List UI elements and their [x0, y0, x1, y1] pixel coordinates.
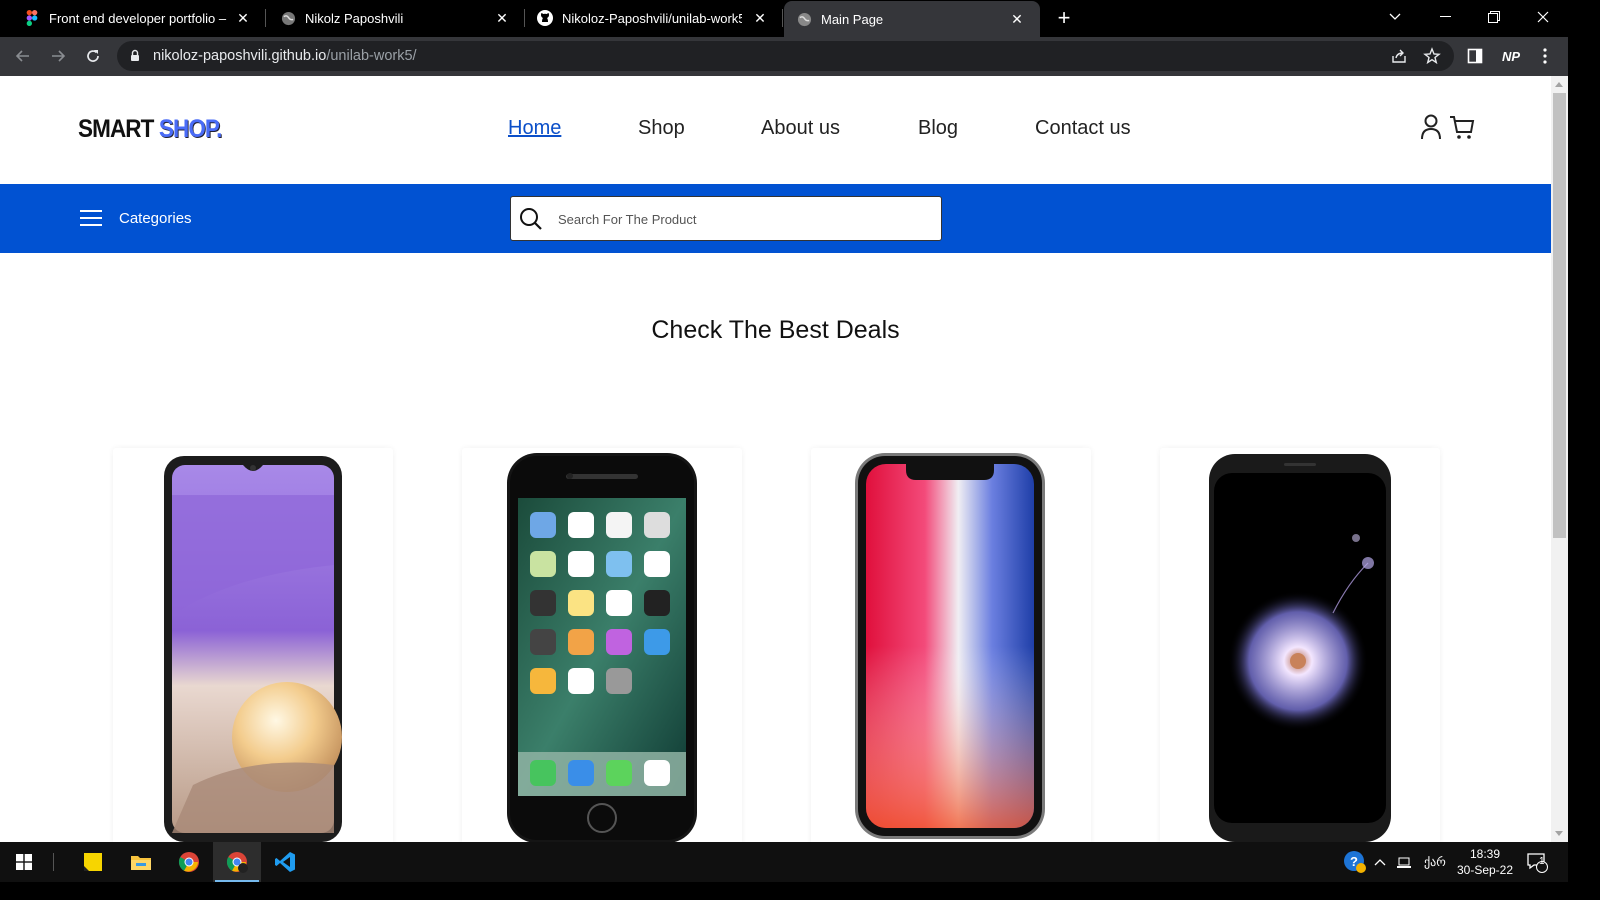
restore-icon[interactable] [1469, 0, 1519, 34]
side-panel-icon[interactable] [1464, 45, 1486, 67]
vscode-icon[interactable] [261, 842, 309, 882]
section-title: Check The Best Deals [651, 316, 900, 344]
scrollbar-thumb[interactable] [1553, 93, 1566, 538]
bookmark-star-icon[interactable] [1423, 47, 1441, 70]
nav-contact-us[interactable]: Contact us [1035, 117, 1131, 140]
cart-icon[interactable] [1449, 114, 1475, 145]
url-path: /unilab-work5/ [326, 48, 417, 64]
share-icon[interactable] [1390, 47, 1408, 70]
browser-toolbar: nikoloz-paposhvili.github.io/unilab-work… [0, 37, 1568, 76]
product-image-iphone-7 [507, 453, 697, 842]
clock-date: 30-Sep-22 [1456, 863, 1514, 877]
product-card[interactable] [1160, 448, 1440, 842]
file-explorer-icon[interactable] [117, 842, 165, 882]
nav-blog[interactable]: Blog [918, 117, 958, 140]
category-bar: Categories [0, 184, 1551, 253]
figma-icon [24, 10, 40, 26]
browser-tab-main-page[interactable]: Main Page ✕ [784, 1, 1040, 37]
language-indicator[interactable]: ქარ [1424, 842, 1446, 882]
clock-time: 18:39 [1469, 847, 1501, 861]
chrome-icon[interactable] [165, 842, 213, 882]
tab-title: Front end developer portfolio – F [49, 10, 229, 26]
help-icon[interactable]: ? [1343, 842, 1367, 882]
scroll-up-arrow-icon[interactable] [1555, 82, 1563, 87]
close-tab-icon[interactable]: ✕ [493, 9, 511, 27]
notification-count: 1 [1539, 856, 1545, 867]
globe-icon [796, 11, 812, 27]
search-icon[interactable] [519, 207, 543, 236]
site-logo[interactable]: SMART SHOP. [78, 115, 223, 144]
tab-title: Nikolz Paposhvili [305, 10, 404, 26]
menu-kebab-icon[interactable] [1534, 45, 1556, 67]
categories-label[interactable]: Categories [119, 210, 192, 227]
search-input[interactable] [558, 209, 928, 229]
url-host: nikoloz-paposhvili.github.io [153, 48, 327, 64]
back-arrow-icon[interactable] [11, 44, 35, 68]
notifications-icon[interactable]: 1 [1526, 842, 1548, 882]
tray-chevron-up-icon[interactable] [1374, 842, 1386, 882]
logo-text-smart: SMART [78, 115, 154, 143]
nav-home[interactable]: Home [508, 117, 561, 140]
forward-arrow-icon[interactable] [46, 44, 70, 68]
taskbar-divider [53, 853, 54, 871]
windows-start-icon[interactable] [0, 842, 48, 882]
close-tab-icon[interactable]: ✕ [1008, 10, 1026, 28]
nav-shop[interactable]: Shop [638, 117, 685, 140]
sticky-notes-icon[interactable] [69, 842, 117, 882]
close-window-icon[interactable] [1518, 0, 1568, 34]
product-card[interactable] [462, 448, 742, 842]
close-tab-icon[interactable]: ✕ [751, 9, 769, 27]
logo-text-shop: SHOP. [158, 115, 223, 143]
browser-tab-figma[interactable]: Front end developer portfolio – F ✕ [0, 0, 266, 36]
user-icon[interactable] [1420, 114, 1442, 145]
product-card[interactable] [811, 448, 1091, 842]
scroll-down-arrow-icon[interactable] [1555, 831, 1563, 836]
product-image-iphone-x [855, 453, 1045, 839]
browser-tab-portfolio[interactable]: Nikolz Paposhvili ✕ [266, 0, 525, 36]
taskbar-clock[interactable]: 18:39 30-Sep-22 [1452, 846, 1518, 878]
browser-tab-github[interactable]: Nikoloz-Paposhvili/unilab-work5 ✕ [525, 0, 783, 36]
minimize-icon[interactable] [1420, 0, 1470, 34]
tab-search-chevron-icon[interactable] [1370, 0, 1420, 34]
url-text[interactable]: nikoloz-paposhvili.github.io/unilab-work… [153, 48, 417, 64]
product-card[interactable] [113, 448, 393, 842]
github-icon [537, 10, 553, 26]
search-box [510, 196, 942, 241]
page-viewport: SMART SHOP. Home Shop About us Blog Cont… [0, 76, 1551, 842]
product-image-galaxy-s9 [1209, 454, 1391, 842]
close-tab-icon[interactable]: ✕ [234, 9, 252, 27]
address-bar[interactable]: nikoloz-paposhvili.github.io/unilab-work… [117, 41, 1454, 71]
network-icon[interactable] [1396, 842, 1412, 882]
windows-taskbar: ? ქარ 18:39 30-Sep-22 1 [0, 842, 1568, 882]
nav-about-us[interactable]: About us [761, 117, 840, 140]
site-header: SMART SHOP. Home Shop About us Blog Cont… [0, 76, 1551, 184]
product-image-galaxy-a32 [164, 456, 342, 842]
reload-icon[interactable] [81, 44, 105, 68]
tab-title: Nikoloz-Paposhvili/unilab-work5 [562, 10, 742, 26]
hamburger-menu-icon[interactable] [80, 210, 102, 226]
new-tab-plus-icon[interactable]: + [1052, 5, 1076, 30]
tab-title: Main Page [821, 11, 884, 27]
chrome-profile-icon[interactable] [213, 842, 261, 882]
profile-avatar[interactable]: NP [1500, 45, 1522, 67]
browser-tab-strip: Front end developer portfolio – F ✕ Niko… [0, 0, 1568, 37]
lock-icon[interactable] [130, 49, 140, 67]
page-scrollbar[interactable] [1551, 76, 1568, 842]
globe-icon [280, 10, 296, 26]
